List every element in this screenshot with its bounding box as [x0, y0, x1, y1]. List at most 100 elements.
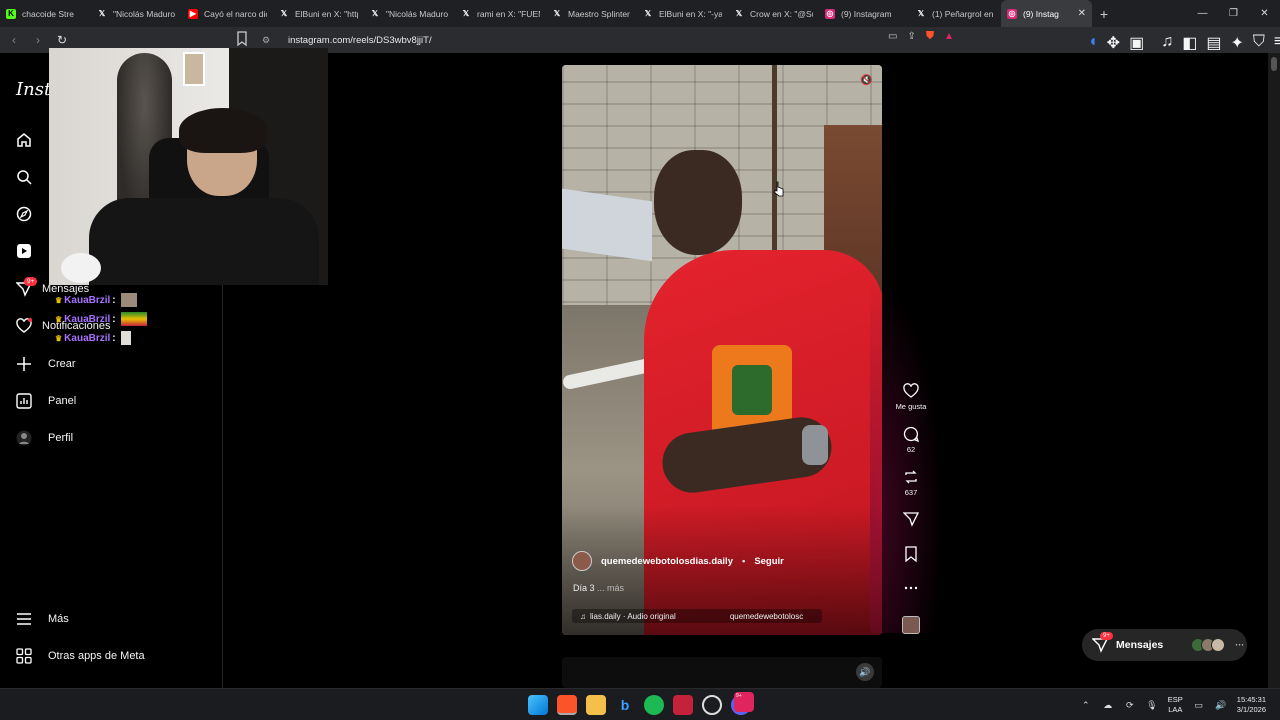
site-info-icon[interactable]: ⚙ [262, 35, 276, 46]
onedrive-icon[interactable]: ☁ [1102, 699, 1114, 711]
brave-shield-icon[interactable]: ⛊ [926, 30, 934, 43]
chat-username: KauaBrzil [64, 313, 111, 325]
bing-icon[interactable]: b [615, 695, 635, 715]
vpn-icon[interactable]: ⛉ [1253, 33, 1265, 53]
meta-apps-icon [16, 648, 32, 664]
page-scrollbar[interactable] [1268, 53, 1280, 688]
messenger-icon: 9+ [1091, 632, 1113, 653]
voice-icon[interactable]: ◖ [1088, 33, 1098, 53]
sidebar-item-label: Perfil [48, 432, 74, 444]
tab[interactable]: 𝕏 Maestro Splinter [546, 0, 637, 27]
scrollbar-thumb[interactable] [1271, 57, 1277, 71]
sidebar-item-profile[interactable]: Perfil [16, 430, 73, 446]
home-icon [16, 132, 32, 148]
like-button[interactable]: Me gusta [893, 383, 929, 411]
share-button[interactable] [893, 511, 929, 527]
address-bar[interactable]: ⚙ instagram.com/reels/DS3wbv8jjiT/ [256, 30, 976, 50]
reel-video[interactable]: 🔇 quemedewebotolosdias.daily • Seguir Dí… [562, 65, 882, 635]
clock[interactable]: 15:45:31 3/1/2026 [1237, 695, 1266, 715]
sidebar-item-label: Panel [48, 395, 77, 407]
reel-caption[interactable]: Día 3 ... más [573, 583, 624, 593]
sidebar-icon[interactable]: ◧ [1182, 33, 1197, 53]
screenshot-icon[interactable]: ▣ [1129, 33, 1144, 53]
reload-button[interactable]: ↻ [52, 30, 72, 50]
cast-icon[interactable]: ▭ [888, 31, 897, 42]
clock-time: 15:45:31 [1236, 695, 1266, 704]
next-reel-preview[interactable]: 🔊 [562, 657, 882, 688]
author-username[interactable]: quemedewebotolosdias.daily [601, 556, 733, 567]
sidebar-item-meta-apps[interactable]: Otras apps de Meta [16, 648, 145, 664]
chat-username: KauaBrzil [64, 294, 111, 306]
messages-pill[interactable]: 9+ Mensajes ··· [1082, 629, 1247, 661]
tab[interactable]: 𝕏 (1) Peñargrol en [910, 0, 1001, 27]
media-icon[interactable]: ♫ [1161, 33, 1173, 53]
file-explorer-icon[interactable] [586, 695, 606, 715]
tab-active[interactable]: ◎ (9) Instag ✕ [1001, 0, 1092, 27]
tab[interactable]: 𝕏 "Nicolás Maduro [364, 0, 455, 27]
spotify-icon[interactable] [644, 695, 664, 715]
clock-date: 3/1/2026 [1236, 705, 1266, 714]
volume-icon[interactable]: 🔊 [1215, 699, 1227, 711]
keyboard-layout: LAA [1168, 705, 1183, 714]
brave-rewards-icon[interactable]: ▲ [944, 31, 954, 42]
windows-taskbar: b 9+ ⌃ ☁ ⟳ 🎙 ESP LAA ▭ 🔊 15:45:31 3/1/2026 [0, 688, 1280, 720]
follow-button[interactable]: Seguir [754, 556, 784, 567]
chat-avatar [1211, 638, 1226, 652]
tab[interactable]: 𝕏 "Nicolás Maduro [91, 0, 182, 27]
save-button[interactable] [893, 546, 929, 562]
bookmark-icon[interactable] [236, 31, 248, 47]
audio-thumbnail[interactable] [902, 616, 920, 634]
comment-count: 62 [906, 445, 916, 454]
extensions-icon[interactable]: ✥ [1107, 33, 1120, 53]
new-tab-button[interactable]: + [1092, 6, 1116, 22]
tab[interactable]: Kchacoide Stre [0, 0, 91, 27]
tab[interactable]: ▶ Cayó el narco dic [182, 0, 273, 27]
close-tab-icon[interactable]: ✕ [1078, 8, 1086, 19]
sidebar-item-dashboard[interactable]: Panel [16, 393, 76, 409]
tab[interactable]: 𝕏 Crow en X: "@Su [728, 0, 819, 27]
brave-browser-icon[interactable] [557, 695, 577, 715]
comment-button[interactable]: 62 [893, 426, 929, 454]
menu-icon[interactable]: ≡ [1274, 33, 1280, 53]
language-indicator[interactable]: ESP LAA [1168, 695, 1183, 715]
obs-icon[interactable] [673, 695, 693, 715]
maximize-button[interactable]: ❐ [1218, 0, 1249, 27]
caption-more-link[interactable]: ... más [597, 583, 624, 593]
windows-start-icon[interactable] [528, 695, 548, 715]
video-frame [732, 365, 772, 415]
sidebar-item-create[interactable]: Crear [16, 356, 76, 372]
minimize-button[interactable]: — [1187, 0, 1218, 27]
author-avatar[interactable] [572, 551, 592, 571]
tab[interactable]: 𝕏rami en X: "FUEN [455, 0, 546, 27]
more-options-button[interactable] [893, 580, 929, 596]
opera-gx-icon[interactable] [702, 695, 722, 715]
kick-icon: K [6, 8, 16, 19]
x-icon: 𝕏 [735, 9, 743, 18]
tab[interactable]: ◎ (9) Instagram [819, 0, 910, 27]
forward-button[interactable]: › [28, 30, 48, 50]
microphone-icon[interactable]: 🎙 [1146, 699, 1158, 711]
tab-title: Crow en X: "@Su [750, 8, 813, 19]
reel-audio[interactable]: ♫ lias.daily · Audio original quemedeweb… [572, 609, 822, 623]
repost-button[interactable]: 637 [893, 469, 929, 497]
more-icon [904, 586, 918, 590]
tab[interactable]: 𝕏 ElBuni en X: "http [273, 0, 364, 27]
tab-title: chacoide Stre [22, 8, 74, 19]
back-button[interactable]: ‹ [4, 30, 24, 50]
sidebar-item-more[interactable]: Más [16, 611, 69, 627]
share-icon[interactable]: ⇪ [907, 31, 915, 42]
sync-icon[interactable]: ⟳ [1124, 699, 1136, 711]
tab[interactable]: 𝕏 ElBuni en X: "-ya [637, 0, 728, 27]
network-icon[interactable]: ▭ [1193, 699, 1205, 711]
leo-icon[interactable]: ✦ [1230, 33, 1243, 53]
volume-icon[interactable]: 🔊 [856, 663, 874, 681]
close-window-button[interactable]: ✕ [1249, 0, 1280, 27]
mouse-cursor-icon [774, 181, 784, 197]
discord-icon[interactable]: 9+ [731, 692, 754, 715]
wallet-icon[interactable]: ▤ [1206, 33, 1221, 53]
system-tray: ⌃ ☁ ⟳ 🎙 ESP LAA ▭ 🔊 15:45:31 3/1/2026 [1080, 689, 1280, 720]
tab-title: "Nicolás Maduro [113, 8, 176, 19]
chevron-up-icon[interactable]: ⌃ [1080, 699, 1092, 711]
mute-icon[interactable]: 🔇 [860, 75, 874, 89]
recent-chat-avatars [1191, 638, 1226, 652]
